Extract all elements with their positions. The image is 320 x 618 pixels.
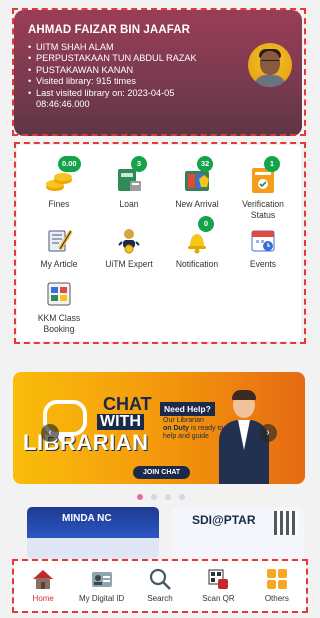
nav-label: My Digital ID <box>78 594 125 603</box>
sdi-ptar-card[interactable]: SDI@PTAR <box>172 507 304 559</box>
menu-label: KKM Class Booking <box>37 313 81 335</box>
banner-need-help: Need Help? <box>160 402 215 416</box>
nav-label: Others <box>264 594 289 603</box>
menu-new-arrival[interactable]: 32 New Arrival <box>165 156 229 210</box>
verification-status-icon: 1 <box>248 156 280 195</box>
chat-librarian-banner[interactable]: CHAT WITH LIBRARIAN Need Help? Our Libra… <box>13 372 305 484</box>
nav-my-digital-id[interactable]: My Digital ID <box>72 561 130 611</box>
carousel-prev-button[interactable]: ‹ <box>41 424 59 442</box>
menu-uitm-expert[interactable]: UiTM Expert <box>97 225 161 270</box>
expert-medal-icon <box>114 225 144 255</box>
menu-grid: 0.00 Fines 3 Loan 32 New Arrival 1 Verif… <box>17 145 301 341</box>
minda-nc-card[interactable]: MINDA NC <box>27 507 159 559</box>
scan-qr-icon <box>206 567 230 591</box>
profile-visit-count: Visited library: 915 times <box>28 76 290 88</box>
menu-my-article[interactable]: My Article <box>27 225 91 270</box>
notification-badge: 0 <box>198 216 214 232</box>
new-arrival-icon: 32 <box>182 156 214 195</box>
menu-label: Events <box>249 259 277 270</box>
book-loan-icon: 3 <box>114 156 147 195</box>
menu-verification-status[interactable]: 1 Verification Status <box>231 156 295 221</box>
carousel-dot[interactable] <box>137 494 143 500</box>
menu-label: Loan <box>119 199 139 210</box>
loan-badge: 3 <box>131 156 147 172</box>
calendar-icon <box>248 225 278 255</box>
carousel-dot[interactable] <box>179 494 185 500</box>
fines-badge: 0.00 <box>58 156 81 172</box>
carousel-next-button[interactable]: › <box>259 424 277 442</box>
home-icon <box>31 567 55 591</box>
carousel-dot[interactable] <box>151 494 157 500</box>
bottom-navigation: Home My Digital ID Search Scan QR Others <box>14 561 306 611</box>
join-chat-button[interactable]: JOIN CHAT <box>133 466 191 479</box>
menu-label: New Arrival <box>175 199 219 210</box>
carousel-indicators <box>137 494 185 500</box>
search-icon <box>148 567 172 591</box>
menu-kkm-class-booking[interactable]: KKM Class Booking <box>27 279 91 335</box>
nav-label: Scan QR <box>202 594 235 603</box>
profile-last-visit: Last visited library on: 2023-04-05 <box>28 88 290 100</box>
nav-label: Home <box>32 594 54 603</box>
coins-icon: 0.00 <box>44 156 81 195</box>
verification-badge: 1 <box>264 156 280 172</box>
menu-label: Notification <box>175 259 219 270</box>
menu-label: Verification Status <box>242 199 284 221</box>
menu-fines[interactable]: 0.00 Fines <box>27 156 91 210</box>
carousel-dot[interactable] <box>165 494 171 500</box>
article-pen-icon <box>44 225 74 255</box>
nav-others[interactable]: Others <box>248 561 306 611</box>
menu-label: Fines <box>48 199 70 210</box>
nav-search[interactable]: Search <box>131 561 189 611</box>
profile-card: AHMAD FAIZAR BIN JAAFAR UITM SHAH ALAM P… <box>14 10 302 136</box>
menu-label: My Article <box>40 259 78 270</box>
sdi-ptar-title: SDI@PTAR <box>192 513 256 527</box>
profile-last-visit-time: 08:46:46.000 <box>36 99 90 110</box>
menu-notification[interactable]: 0 Notification <box>165 216 229 270</box>
grid-icon <box>265 567 289 591</box>
nav-home[interactable]: Home <box>14 561 72 611</box>
nav-scan-qr[interactable]: Scan QR <box>189 561 247 611</box>
banner-with-text: WITH <box>97 414 144 430</box>
menu-events[interactable]: Events <box>231 225 295 270</box>
qr-code-icon <box>274 511 298 535</box>
menu-label: UiTM Expert <box>105 259 153 270</box>
avatar[interactable] <box>248 43 292 87</box>
bell-icon: 0 <box>182 216 214 255</box>
profile-name: AHMAD FAIZAR BIN JAAFAR <box>28 24 191 36</box>
banner-chat-text: CHAT <box>103 394 152 414</box>
menu-loan[interactable]: 3 Loan <box>97 156 161 210</box>
profile-campus: UITM SHAH ALAM <box>28 42 290 54</box>
id-card-icon <box>90 567 114 591</box>
minda-nc-title: MINDA NC <box>62 513 112 524</box>
nav-label: Search <box>147 594 173 603</box>
class-booking-icon <box>44 279 74 309</box>
